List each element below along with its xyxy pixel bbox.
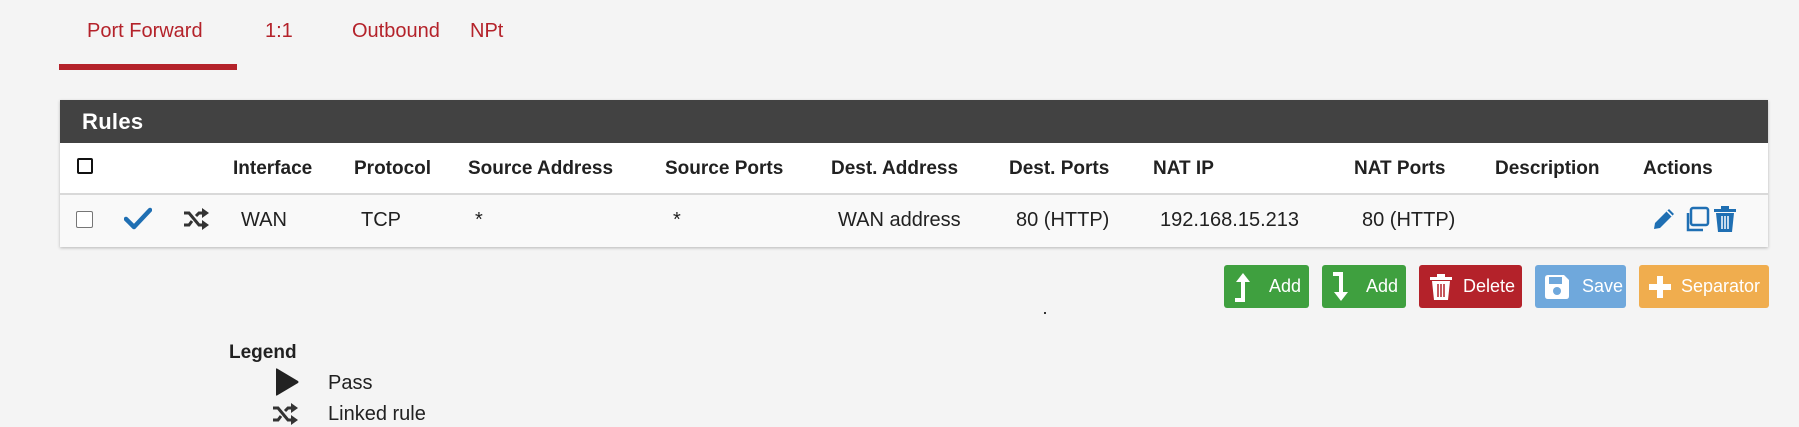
delete-label: Delete	[1463, 276, 1516, 296]
trash-icon	[1429, 273, 1453, 306]
cell-nat-ip: 192.168.15.213	[1160, 209, 1300, 231]
cell-interface: WAN	[241, 209, 287, 231]
header-actions: Actions	[1643, 158, 1713, 179]
row-checkbox[interactable]	[76, 211, 93, 228]
header-nat-ports[interactable]: NAT Ports	[1354, 158, 1445, 180]
cell-source-ports: *	[673, 209, 681, 231]
copy-icon[interactable]	[1683, 205, 1711, 233]
plus-icon	[1648, 275, 1672, 304]
trash-icon[interactable]	[1712, 205, 1738, 233]
stray-dot	[1044, 312, 1046, 314]
tab-npt[interactable]: NPt	[442, 0, 531, 70]
tab-one-to-one[interactable]: 1:1	[237, 0, 324, 70]
save-label: Save	[1582, 276, 1624, 296]
legend-title: Legend	[229, 342, 297, 363]
legend-linked-rule-label: Linked rule	[328, 403, 426, 425]
add-top-label: Add	[1269, 276, 1302, 296]
cell-protocol: TCP	[361, 209, 401, 231]
random-icon	[182, 207, 210, 231]
header-protocol[interactable]: Protocol	[354, 158, 431, 180]
edit-pencil-icon[interactable]	[1650, 205, 1678, 233]
random-icon	[271, 402, 299, 427]
separator-label: Separator	[1681, 276, 1761, 296]
select-all-checkbox[interactable]	[77, 158, 93, 174]
cell-dest-ports: 80 (HTTP)	[1016, 209, 1110, 231]
nat-tabs: Port Forward 1:1 Outbound NPt	[59, 0, 531, 70]
cell-nat-ports: 80 (HTTP)	[1362, 209, 1456, 231]
header-dest-ports[interactable]: Dest. Ports	[1009, 158, 1109, 180]
separator-button[interactable]: Separator	[1639, 265, 1769, 308]
add-rule-bottom-button[interactable]: Add	[1322, 265, 1406, 308]
table-header: Interface Protocol Source Address Source…	[60, 143, 1768, 195]
header-interface[interactable]: Interface	[233, 158, 312, 180]
add-rule-top-button[interactable]: Add	[1224, 265, 1309, 308]
table-row[interactable]: WAN TCP * * WAN address 80 (HTTP) 192.16…	[60, 195, 1768, 247]
header-source-ports[interactable]: Source Ports	[665, 158, 783, 180]
header-description[interactable]: Description	[1495, 158, 1600, 180]
tab-port-forward[interactable]: Port Forward	[59, 0, 237, 70]
delete-button[interactable]: Delete	[1419, 265, 1522, 308]
save-button[interactable]: Save	[1535, 265, 1626, 308]
tab-outbound[interactable]: Outbound	[324, 0, 442, 70]
cell-dest-address: WAN address	[838, 209, 961, 231]
cell-source-address: *	[475, 209, 483, 231]
arrow-down-icon	[1330, 271, 1352, 308]
arrow-up-icon	[1232, 271, 1254, 308]
check-icon[interactable]	[124, 206, 152, 230]
header-dest-address[interactable]: Dest. Address	[831, 158, 958, 180]
header-source-address[interactable]: Source Address	[468, 158, 613, 180]
rules-panel: Rules Interface Protocol Source Address …	[60, 100, 1768, 247]
floppy-icon	[1544, 274, 1570, 305]
play-icon	[274, 368, 300, 401]
legend-pass-label: Pass	[328, 372, 373, 394]
panel-title: Rules	[60, 100, 1768, 143]
header-nat-ip[interactable]: NAT IP	[1153, 158, 1214, 180]
add-bottom-label: Add	[1366, 276, 1399, 296]
